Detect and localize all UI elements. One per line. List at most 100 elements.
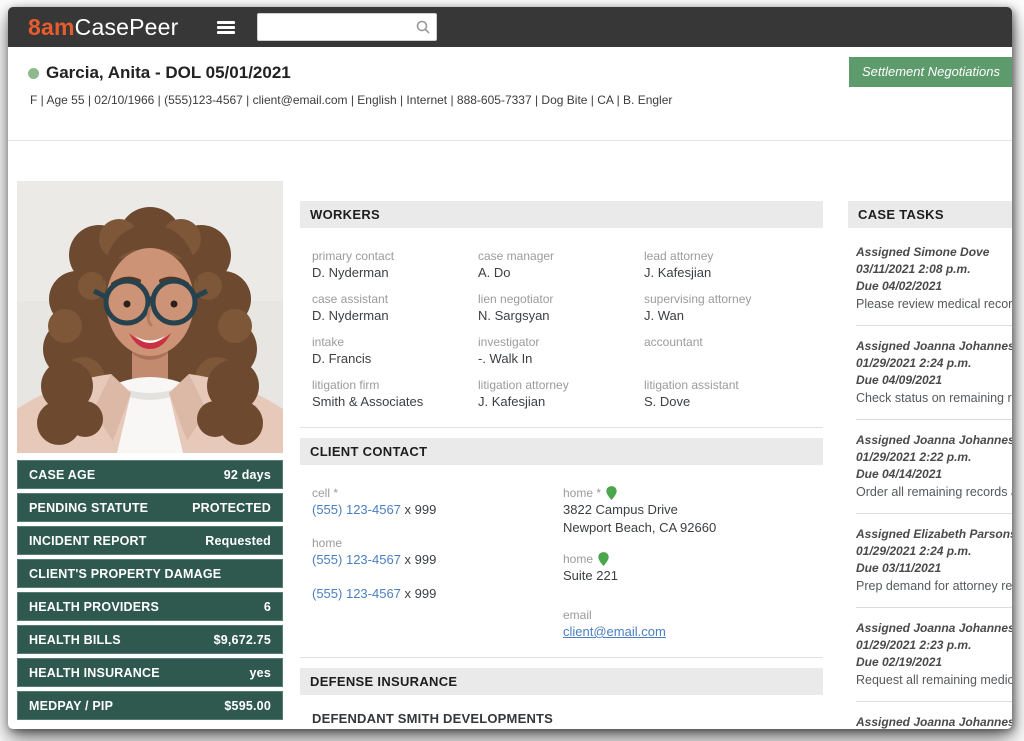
stat-row-health-bills[interactable]: HEALTH BILLS $9,672.75	[17, 625, 283, 654]
stat-row-case-age[interactable]: CASE AGE 92 days	[17, 460, 283, 489]
worker-field: litigation assistant S. Dove	[644, 377, 823, 411]
phone-extension: x 999	[401, 586, 436, 601]
task-divider	[856, 419, 1012, 420]
stat-row-medpay-pip[interactable]: MEDPAY / PIP $595.00	[17, 691, 283, 720]
worker-field: accountant	[644, 334, 823, 368]
worker-field: lien negotiator N. Sargsyan	[478, 291, 644, 325]
phone-entry: (555) 123-4567 x 999	[312, 585, 563, 603]
task-description: Check status on remaining records	[856, 390, 1012, 407]
worker-value: D. Nyderman	[312, 264, 478, 282]
app-window: 8amCasePeer Garcia, Anita - DOL 05/01/20…	[8, 7, 1012, 729]
stat-row-incident-report[interactable]: INCIDENT REPORT Requested	[17, 526, 283, 555]
task-created: 01/29/2021 2:22 p.m.	[856, 449, 1012, 466]
task-item[interactable]: Assigned Elizabeth Parsons 01/29/2021 2:…	[856, 526, 1012, 595]
stat-label: PENDING STATUTE	[29, 501, 148, 515]
workers-grid: primary contact D. Nyderman case manager…	[300, 228, 823, 411]
address-label: home	[563, 551, 593, 567]
stat-value: 6	[264, 600, 271, 614]
top-navigation-bar: 8amCasePeer	[8, 7, 1012, 47]
worker-label: lien negotiator	[478, 291, 644, 307]
case-stage-button[interactable]: Settlement Negotiations	[849, 57, 1012, 87]
worker-label: accountant	[644, 334, 823, 350]
stat-value: Requested	[205, 534, 271, 548]
worker-field: intake D. Francis	[312, 334, 478, 368]
worker-field: investigator -. Walk In	[478, 334, 644, 368]
phone-link[interactable]: (555) 123-4567	[312, 552, 401, 567]
worker-value: J. Kafesjian	[644, 264, 823, 282]
map-pin-icon[interactable]	[598, 552, 609, 566]
task-description: Request all remaining medical reco	[856, 672, 1012, 689]
task-assigned: Assigned Joanna Johannes	[856, 714, 1012, 729]
workers-section-header: WORKERS	[300, 201, 823, 228]
task-item[interactable]: Assigned Joanna Johannes 01/29/2021 2:22…	[856, 432, 1012, 501]
address-column: home * 3822 Campus Drive Newport Beach, …	[563, 485, 823, 641]
stat-row-health-providers[interactable]: HEALTH PROVIDERS 6	[17, 592, 283, 621]
map-pin-icon[interactable]	[606, 486, 617, 500]
worker-field: litigation firm Smith & Associates	[312, 377, 478, 411]
defendant-name[interactable]: DEFENDANT SMITH DEVELOPMENTS	[300, 695, 823, 726]
task-item[interactable]: Assigned Joanna Johannes 01/29/2021 2:24…	[856, 338, 1012, 407]
hamburger-menu-icon[interactable]	[217, 21, 235, 34]
client-contact-grid: cell * (555) 123-4567 x 999 home (555) 1…	[300, 465, 823, 641]
case-title: Garcia, Anita - DOL 05/01/2021	[46, 63, 291, 83]
stat-row-pending-statute[interactable]: PENDING STATUTE PROTECTED	[17, 493, 283, 522]
worker-label: intake	[312, 334, 478, 350]
phone-label: home	[312, 535, 563, 551]
worker-field: lead attorney J. Kafesjian	[644, 248, 823, 282]
email-entry: email client@email.com	[563, 607, 823, 641]
task-item[interactable]: Assigned Simone Dove 03/11/2021 2:08 p.m…	[856, 244, 1012, 313]
worker-label: investigator	[478, 334, 644, 350]
stat-value: PROTECTED	[192, 501, 271, 515]
task-divider	[856, 325, 1012, 326]
worker-label: case assistant	[312, 291, 478, 307]
task-created: 01/29/2021 2:24 p.m.	[856, 355, 1012, 372]
phone-column: cell * (555) 123-4567 x 999 home (555) 1…	[312, 485, 563, 641]
worker-value	[644, 350, 823, 368]
logo-suffix: CasePeer	[75, 14, 179, 40]
defense-insurance-section-header: DEFENSE INSURANCE	[300, 668, 823, 695]
left-panel: CASE AGE 92 days PENDING STATUTE PROTECT…	[17, 181, 283, 724]
worker-label: litigation assistant	[644, 377, 823, 393]
task-assigned: Assigned Elizabeth Parsons	[856, 526, 1012, 543]
worker-value: A. Do	[478, 264, 644, 282]
phone-link[interactable]: (555) 123-4567	[312, 502, 401, 517]
task-assigned: Assigned Joanna Johannes	[856, 432, 1012, 449]
stat-label: HEALTH PROVIDERS	[29, 600, 159, 614]
worker-label: supervising attorney	[644, 291, 823, 307]
stat-label: CASE AGE	[29, 468, 95, 482]
worker-value: S. Dove	[644, 393, 823, 411]
address-label: home *	[563, 485, 601, 501]
phone-entry: home (555) 123-4567 x 999	[312, 535, 563, 569]
stat-row-health-insurance[interactable]: HEALTH INSURANCE yes	[17, 658, 283, 687]
task-description: Prep demand for attorney review	[856, 578, 1012, 595]
task-description: Please review medical records and	[856, 296, 1012, 313]
stat-label: CLIENT'S PROPERTY DAMAGE	[29, 567, 221, 581]
worker-label: litigation attorney	[478, 377, 644, 393]
task-description: Order all remaining records and bil	[856, 484, 1012, 501]
task-divider	[856, 701, 1012, 702]
phone-entry: cell * (555) 123-4567 x 999	[312, 485, 563, 519]
task-created: 01/29/2021 2:24 p.m.	[856, 543, 1012, 560]
search-box	[257, 13, 437, 41]
task-item[interactable]: Assigned Joanna Johannes 01/29/2021 2:23…	[856, 714, 1012, 729]
worker-label: litigation firm	[312, 377, 478, 393]
task-created: 01/29/2021 2:23 p.m.	[856, 637, 1012, 654]
stat-value: 92 days	[224, 468, 271, 482]
client-photo	[17, 181, 283, 453]
client-info-line: F | Age 55 | 02/10/1966 | (555)123-4567 …	[30, 93, 672, 107]
stat-row-property-damage[interactable]: CLIENT'S PROPERTY DAMAGE	[17, 559, 283, 588]
address-entry: home * 3822 Campus Drive Newport Beach, …	[563, 485, 823, 537]
search-input[interactable]	[257, 13, 437, 41]
phone-link[interactable]: (555) 123-4567	[312, 586, 401, 601]
search-icon	[416, 20, 430, 34]
task-item[interactable]: Assigned Joanna Johannes 01/29/2021 2:23…	[856, 620, 1012, 689]
worker-value: D. Nyderman	[312, 307, 478, 325]
worker-value: J. Kafesjian	[478, 393, 644, 411]
phone-extension: x 999	[401, 502, 436, 517]
worker-label: lead attorney	[644, 248, 823, 264]
email-link[interactable]: client@email.com	[563, 624, 666, 639]
task-due: Due 02/19/2021	[856, 654, 1012, 671]
task-due: Due 04/14/2021	[856, 466, 1012, 483]
app-logo[interactable]: 8amCasePeer	[28, 14, 179, 41]
center-panel: WORKERS primary contact D. Nyderman case…	[300, 201, 823, 726]
